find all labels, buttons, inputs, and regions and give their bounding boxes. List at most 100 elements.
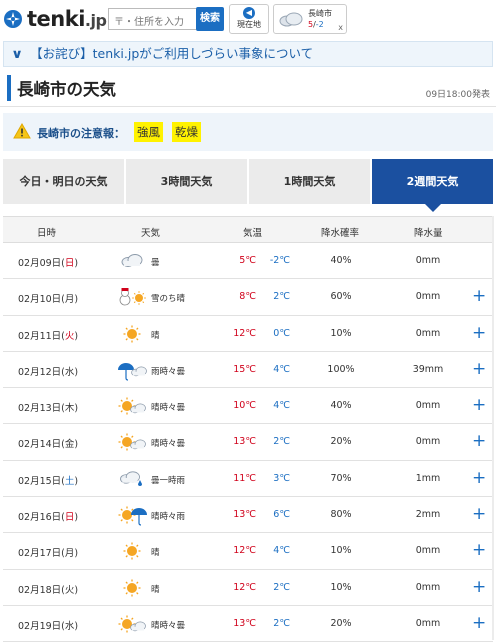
row-weather: 晴時々曇 <box>151 403 186 414</box>
forecast-tabs: 今日・明日の天気 3時間天気 1時間天気 2週間天気 <box>3 159 493 212</box>
sunny-sometimes-cloudy-icon <box>117 430 147 454</box>
table-row[interactable]: 02月16日(日) 晴時々雨 13℃ 6℃ 80% 2mm + <box>3 497 493 534</box>
table-row[interactable]: 02月17日(月) 晴 12℃ 4℃ 10% 0mm + <box>3 533 493 570</box>
column-header-weather: 天気 <box>141 228 161 239</box>
search-button[interactable]: 検索 <box>196 7 224 31</box>
row-precip-prob: 10% <box>330 327 352 339</box>
row-precip-prob: 40% <box>330 255 352 266</box>
table-row[interactable]: 02月13日(木) 晴時々曇 10℃ 4℃ 40% 0mm + <box>3 388 493 425</box>
row-high-temp: 15℃ <box>233 363 256 375</box>
row-precip-amount: 0mm <box>415 581 441 593</box>
row-day-of-week: 水 <box>64 366 75 378</box>
table-row[interactable]: 02月12日(水) 雨時々曇 15℃ 4℃ 100% 39mm + <box>3 352 493 389</box>
tab-1hour[interactable]: 1時間天気 <box>249 159 372 204</box>
row-high-temp: 12℃ <box>233 327 256 339</box>
row-low-temp: 4℃ <box>273 545 290 557</box>
row-low-temp: 2℃ <box>273 617 290 629</box>
sunny-icon <box>117 539 147 563</box>
expand-row-button[interactable]: + <box>472 432 486 450</box>
divider <box>0 106 496 107</box>
expand-row-button[interactable]: + <box>472 614 486 632</box>
table-row[interactable]: 02月10日(月) 雪のち晴 8℃ 2℃ 60% 0mm + <box>3 279 493 316</box>
expand-row-button[interactable]: + <box>472 505 486 523</box>
row-low-temp: 4℃ <box>273 363 290 375</box>
column-header-temp: 気温 <box>243 228 263 239</box>
row-high-temp: 12℃ <box>233 581 256 593</box>
row-date: 02月17日(月) <box>18 548 79 560</box>
row-weather: 晴 <box>151 584 160 595</box>
apology-notice-link[interactable]: ∨ 【お詫び】tenki.jpがご利用しづらい事象について <box>3 41 493 67</box>
table-row[interactable]: 02月15日(土) 曇一時雨 11℃ 3℃ 70% 1mm + <box>3 461 493 498</box>
row-precip-amount: 0mm <box>415 400 441 412</box>
table-row[interactable]: 02月19日(水) 晴時々曇 13℃ 2℃ 20% 0mm + <box>3 606 493 642</box>
tab-3hour[interactable]: 3時間天気 <box>126 159 249 204</box>
favorite-city-card[interactable]: 長崎市 5/-2 x <box>273 4 347 34</box>
chevron-down-icon: ∨ <box>10 46 24 61</box>
advisory-label: 長崎市の注意報： <box>37 127 125 140</box>
two-week-forecast-table: 日時 天気 気温 降水確率 降水量 02月09日(日) 曇 5℃ -2℃ 40% 0mm 0… <box>3 216 493 642</box>
expand-row-button[interactable]: + <box>472 396 486 414</box>
current-location-button[interactable]: ◀ 現在地 <box>229 4 269 34</box>
row-precip-amount: 1mm <box>415 472 441 484</box>
expand-row-button[interactable]: + <box>472 360 486 378</box>
expand-row-button[interactable]: + <box>472 541 486 559</box>
expand-row-button[interactable]: + <box>472 324 486 342</box>
page-title: 長崎市の天気 <box>17 80 116 99</box>
published-time: 09日18:00発表 <box>425 90 490 100</box>
cloud-icon <box>278 11 304 31</box>
row-date: 02月14日(金) <box>18 439 79 451</box>
expand-row-button[interactable]: + <box>472 287 486 305</box>
row-day-of-week: 日 <box>64 258 75 269</box>
row-day-of-week: 水 <box>64 620 75 632</box>
tenki-logo[interactable]: tenki.jp <box>3 6 107 32</box>
tab-today-tomorrow[interactable]: 今日・明日の天気 <box>3 159 126 204</box>
row-precip-amount: 0mm <box>415 327 441 339</box>
row-low-temp: 2℃ <box>273 291 290 303</box>
column-header-precip-amount: 降水量 <box>414 228 443 239</box>
snow-then-sunny-icon <box>117 285 147 309</box>
row-date: 02月15日(土) <box>18 475 79 487</box>
expand-row-button[interactable]: + <box>472 578 486 596</box>
row-date: 02月18日(火) <box>18 584 79 596</box>
close-favorite-button[interactable]: x <box>338 23 343 32</box>
location-arrow-icon: ◀ <box>243 7 255 19</box>
row-high-temp: 10℃ <box>233 400 256 412</box>
row-date: 02月09日(日) <box>18 258 79 269</box>
row-date: 02月16日(日) <box>18 512 79 524</box>
cloudy-briefly-rain-icon <box>117 467 147 491</box>
favorite-city-name: 長崎市 <box>308 9 332 18</box>
forecast-rows: 02月09日(日) 曇 5℃ -2℃ 40% 0mm 02月10日(月) 雪のち晴 8℃ 2℃ 60… <box>3 243 493 642</box>
row-high-temp: 13℃ <box>233 617 256 629</box>
warning-icon <box>13 122 31 143</box>
row-low-temp: -2℃ <box>269 255 290 266</box>
row-day-of-week: 木 <box>64 403 75 415</box>
row-weather: 曇 <box>151 258 160 268</box>
row-day-of-week: 火 <box>64 584 75 596</box>
row-date: 02月11日(火) <box>18 330 79 342</box>
column-header-precip-prob: 降水確率 <box>321 228 360 239</box>
row-precip-amount: 39mm <box>412 363 444 375</box>
address-search-input[interactable]: 〒・住所を入力 <box>108 8 196 30</box>
row-weather: 晴時々曇 <box>151 439 186 450</box>
expand-row-button[interactable]: + <box>472 469 486 487</box>
tab-2week[interactable]: 2週間天気 <box>372 159 493 212</box>
scrollbar-track[interactable] <box>492 216 494 640</box>
row-precip-prob: 80% <box>330 509 352 521</box>
row-low-temp: 2℃ <box>273 436 290 448</box>
table-row[interactable]: 02月11日(火) 晴 12℃ 0℃ 10% 0mm + <box>3 316 493 352</box>
row-day-of-week: 月 <box>64 548 75 560</box>
title-accent-bar <box>7 75 11 101</box>
advisory-tag-strong-wind: 強風 <box>134 122 163 142</box>
row-precip-amount: 0mm <box>415 617 441 629</box>
advisory-banner[interactable]: 長崎市の注意報： 強風 乾燥 <box>3 113 493 151</box>
table-row[interactable]: 02月18日(火) 晴 12℃ 2℃ 10% 0mm + <box>3 570 493 606</box>
row-high-temp: 12℃ <box>233 545 256 557</box>
table-row[interactable]: 02月09日(日) 曇 5℃ -2℃ 40% 0mm <box>3 243 493 280</box>
current-location-label: 現在地 <box>237 20 261 29</box>
table-row[interactable]: 02月14日(金) 晴時々曇 13℃ 2℃ 20% 0mm + <box>3 424 493 461</box>
row-low-temp: 2℃ <box>273 581 290 593</box>
sunny-sometimes-cloudy-icon <box>117 394 147 418</box>
row-precip-prob: 100% <box>327 363 355 375</box>
row-day-of-week: 土 <box>64 475 75 487</box>
row-low-temp: 6℃ <box>273 509 290 521</box>
